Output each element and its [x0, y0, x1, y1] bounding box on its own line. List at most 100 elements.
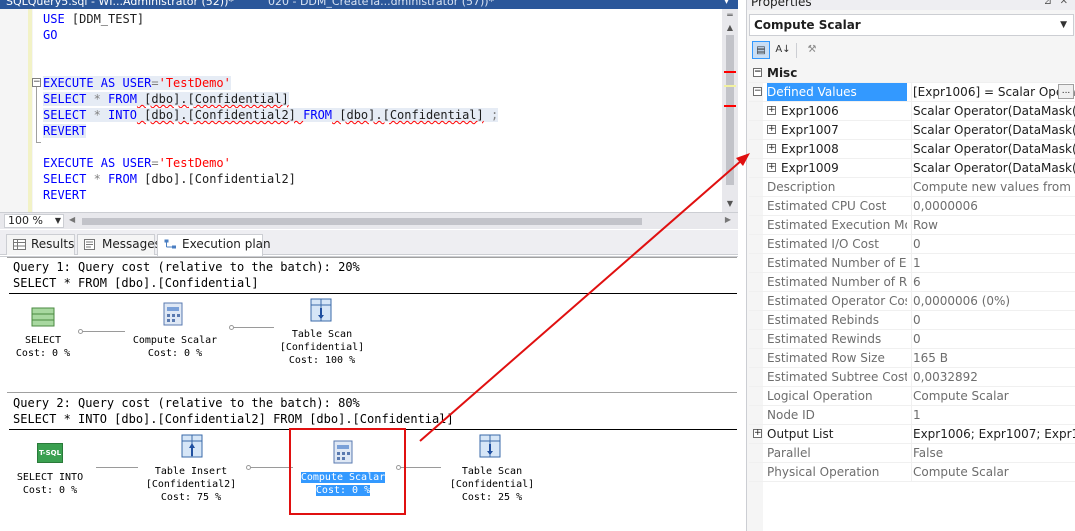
plan-edge [232, 327, 274, 328]
property-row-estimated-rebinds[interactable]: Estimated Rebinds 0 [749, 311, 1075, 330]
plan-node-select[interactable]: SELECT Cost: 0 % [10, 334, 76, 360]
category-label: Misc [767, 66, 798, 80]
property-row-logical-operation[interactable]: Logical Operation Compute Scalar [749, 387, 1075, 406]
table-insert-icon[interactable] [180, 434, 204, 458]
keyword: FROM [303, 108, 333, 122]
query-editor[interactable]: − USE [DDM_TEST] GO EXECUTE AS USER='Tes… [0, 9, 738, 212]
object-selector[interactable]: Compute Scalar ▼ [749, 14, 1074, 36]
alphabetical-sort-icon[interactable]: A↓ [774, 41, 792, 59]
property-name: Description [767, 180, 836, 194]
property-grid[interactable]: − Misc − Defined Values [Expr1006] = Scala… [749, 64, 1075, 531]
property-row-defined-values[interactable]: −Defined Values[Expr1006] = Scalar Opera… [749, 83, 1075, 102]
outline-line [36, 87, 37, 142]
select-icon[interactable] [31, 305, 55, 329]
tab-label: Messages [102, 237, 161, 251]
property-row-estimated-operator-cost[interactable]: Estimated Operator Cost 0,0000006 (0%) [749, 292, 1075, 311]
zoom-select[interactable]: 100 % ▼ [4, 214, 64, 228]
error-marker [724, 71, 736, 73]
compute-scalar-icon[interactable] [162, 302, 186, 326]
scroll-right-icon[interactable]: ▶ [725, 215, 731, 224]
properties-toolbar: ▤ A↓ ⚒ [747, 38, 1075, 62]
categorized-icon[interactable]: ▤ [752, 41, 770, 59]
property-row-estimated-number-of-rows[interactable]: Estimated Number of Rows 6 [749, 273, 1075, 292]
node-cost: Cost: 100 % [288, 355, 356, 366]
property-row-estimated-row-size[interactable]: Estimated Row Size 165 B [749, 349, 1075, 368]
expand-icon[interactable]: + [767, 106, 776, 115]
property-row-estimated-rewinds[interactable]: Estimated Rewinds 0 [749, 330, 1075, 349]
property-row-expr1009[interactable]: + Expr1009 Scalar Operator(DataMask([DDM [749, 159, 1075, 178]
chevron-down-icon[interactable]: ▼ [55, 215, 61, 227]
pin-icon[interactable]: ⊿ [1044, 0, 1052, 8]
plan-node-table-insert[interactable]: Table Insert [Confidential2] Cost: 75 % [138, 465, 244, 504]
property-row-estimated-subtree-cost[interactable]: Estimated Subtree Cost 0,0032892 [749, 368, 1075, 387]
tab-messages[interactable]: Messages [77, 234, 161, 255]
plan-edge-dot [78, 329, 83, 334]
property-row-parallel[interactable]: Parallel False [749, 444, 1075, 463]
collapse-region-icon[interactable]: − [32, 78, 41, 87]
property-value: 6 [911, 273, 1075, 291]
property-row-output-list[interactable]: + Output List Expr1006; Expr1007; Expr1008… [749, 425, 1075, 444]
operator: ; [483, 108, 499, 122]
tab-execution-plan[interactable]: Execution plan [157, 234, 271, 256]
category-row-misc[interactable]: − Misc [749, 64, 1075, 83]
property-value: Scalar Operator(DataMask([DDM [911, 121, 1075, 139]
plan-node-table-scan[interactable]: Table Scan [Confidential] Cost: 100 % [270, 328, 374, 367]
code-line: REVERT [43, 187, 86, 203]
expand-icon[interactable]: + [753, 429, 762, 438]
collapse-icon[interactable]: − [753, 87, 762, 96]
property-value: Compute Scalar [911, 463, 1075, 481]
toolbar-separator [796, 43, 797, 58]
plan-node-compute-scalar[interactable]: Compute Scalar Cost: 0 % [123, 334, 227, 360]
expand-icon[interactable]: + [767, 125, 776, 134]
error-marker [724, 105, 736, 107]
table-scan-icon[interactable] [309, 298, 333, 322]
property-row-physical-operation[interactable]: Physical Operation Compute Scalar [749, 463, 1075, 482]
property-row-description[interactable]: Description Compute new values from exist [749, 178, 1075, 197]
scroll-up-icon[interactable]: ▲ [725, 23, 735, 33]
tab-label: Results [31, 237, 75, 251]
scrollbar-thumb[interactable] [82, 218, 642, 225]
editor-vertical-scrollbar[interactable]: ═ ▲ ▼ [722, 9, 738, 212]
expand-icon[interactable]: + [767, 144, 776, 153]
node-cost: Cost: 0 % [147, 348, 203, 359]
ellipsis-button[interactable]: ... [1058, 84, 1074, 99]
property-name: Estimated Row Size [767, 351, 885, 365]
result-tabs: Results Messages Execution plan [0, 230, 738, 256]
property-row-estimated-cpu-cost[interactable]: Estimated CPU Cost 0,0000006 [749, 197, 1075, 216]
tsql-icon[interactable]: T-SQL [37, 443, 63, 463]
chevron-down-icon[interactable]: ▼ [1060, 15, 1067, 35]
editor-horizontal-scrollbar[interactable]: ◀ ▶ [68, 214, 734, 228]
property-value: Row [911, 216, 1075, 234]
property-row-expr1008[interactable]: + Expr1008 Scalar Operator(DataMask([DDM [749, 140, 1075, 159]
node-object: [Confidential] [449, 479, 535, 490]
tab-results[interactable]: Results [6, 234, 75, 255]
property-row-expr1006[interactable]: + Expr1006 Scalar Operator(DataMask([DDM [749, 102, 1075, 121]
object-name: Compute Scalar [754, 18, 861, 32]
property-row-node-id[interactable]: Node ID 1 [749, 406, 1075, 425]
node-name: Table Insert [154, 466, 228, 477]
scroll-left-icon[interactable]: ◀ [69, 215, 75, 224]
code-line: EXECUTE AS USER='TestDemo' [43, 155, 231, 171]
plan-node-table-scan[interactable]: Table Scan [Confidential] Cost: 25 % [440, 465, 544, 504]
scrollbar-thumb[interactable] [726, 35, 734, 185]
property-value: Expr1006; Expr1007; Expr1008; Ex [911, 425, 1075, 443]
document-tab-ddm-createtable[interactable]: 020 - DDM_CreateTa...dministrator (57))* [268, 0, 494, 9]
plan-edge [249, 467, 293, 468]
property-name: Defined Values [767, 83, 907, 101]
property-row-estimated-execution-mode[interactable]: Estimated Execution Mode Row [749, 216, 1075, 235]
table-scan-icon[interactable] [478, 434, 502, 458]
tab-overflow-icon[interactable]: ▾ [724, 0, 734, 7]
expand-icon[interactable]: + [767, 163, 776, 172]
collapse-icon[interactable]: − [753, 68, 762, 77]
close-icon[interactable]: ✕ [1060, 0, 1068, 8]
keyword: EXECUTE AS USER [43, 76, 152, 90]
property-row-estimated-i-o-cost[interactable]: Estimated I/O Cost 0 [749, 235, 1075, 254]
wrench-icon[interactable]: ⚒ [803, 41, 821, 59]
split-icon[interactable]: ═ [725, 12, 735, 21]
plan-node-select-into[interactable]: SELECT INTO Cost: 0 % [8, 471, 92, 497]
document-tab-sqlquery5[interactable]: SQLQuery5.sql - WI...Administrator (52))… [6, 0, 234, 9]
code-text: [dbo].[Confidential] [332, 108, 484, 122]
scroll-down-icon[interactable]: ▼ [725, 199, 735, 209]
property-row-estimated-number-of-executions[interactable]: Estimated Number of Executions 1 [749, 254, 1075, 273]
property-row-expr1007[interactable]: + Expr1007 Scalar Operator(DataMask([DDM [749, 121, 1075, 140]
